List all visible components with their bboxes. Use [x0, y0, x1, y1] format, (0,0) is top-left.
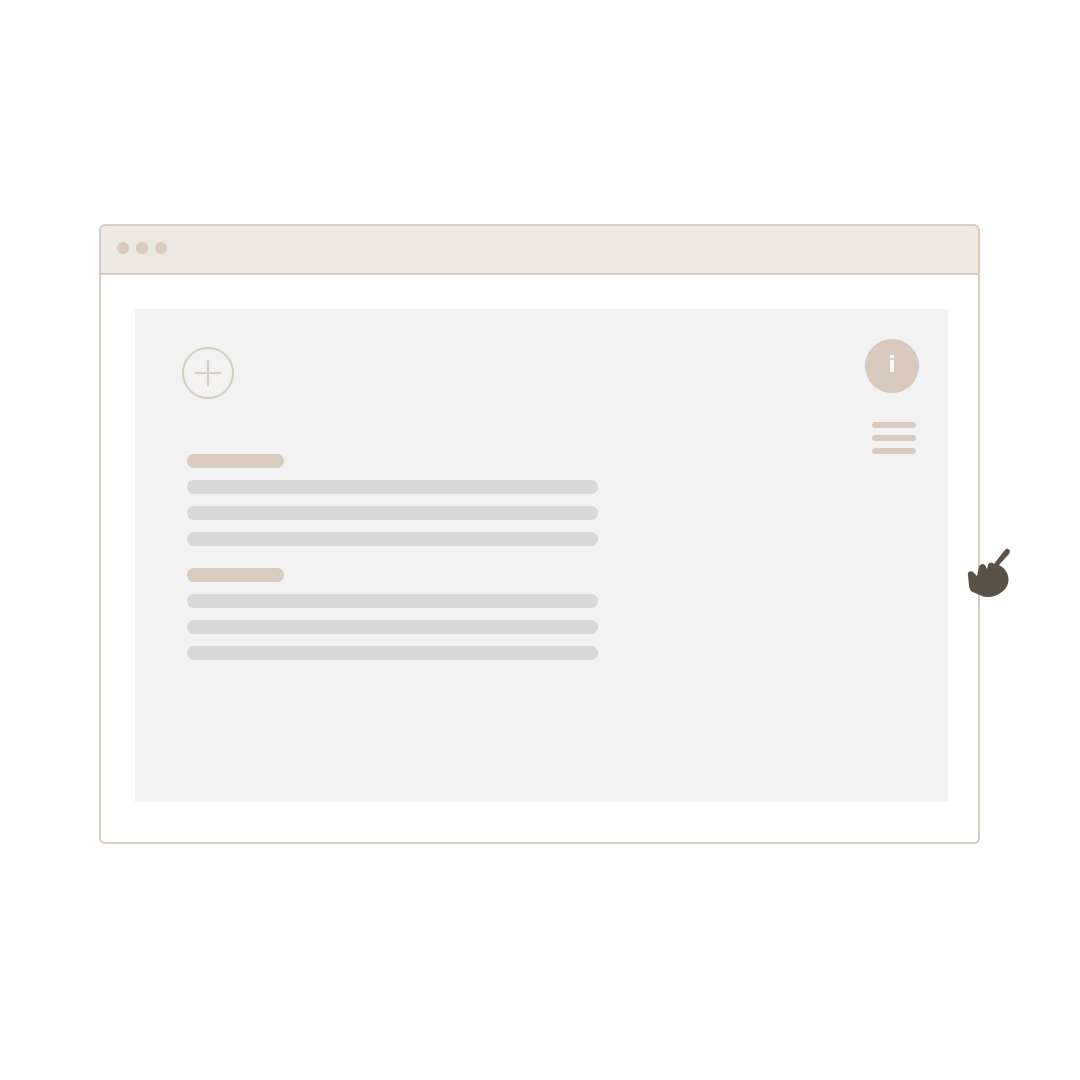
- text-line-placeholder: [187, 646, 598, 660]
- title-bar: [101, 226, 978, 275]
- text-line-placeholder: [187, 594, 598, 608]
- heading-placeholder: [187, 568, 284, 582]
- text-line-placeholder: [187, 620, 598, 634]
- heading-placeholder: [187, 454, 284, 468]
- info-icon: i: [888, 353, 896, 378]
- add-button[interactable]: [182, 347, 234, 399]
- window-control-dot[interactable]: [136, 242, 148, 254]
- hamburger-menu-icon: [872, 422, 916, 428]
- browser-window: i: [99, 224, 980, 844]
- hamburger-menu-icon: [872, 448, 916, 454]
- window-control-dot[interactable]: [155, 242, 167, 254]
- hamburger-menu-icon: [872, 435, 916, 441]
- window-control-dot[interactable]: [117, 242, 129, 254]
- info-button[interactable]: i: [865, 339, 919, 393]
- menu-button[interactable]: [872, 422, 916, 457]
- pointing-hand-cursor-icon: [963, 545, 1015, 605]
- page-viewport: i: [135, 309, 948, 802]
- text-line-placeholder: [187, 480, 598, 494]
- text-line-placeholder: [187, 506, 598, 520]
- text-line-placeholder: [187, 532, 598, 546]
